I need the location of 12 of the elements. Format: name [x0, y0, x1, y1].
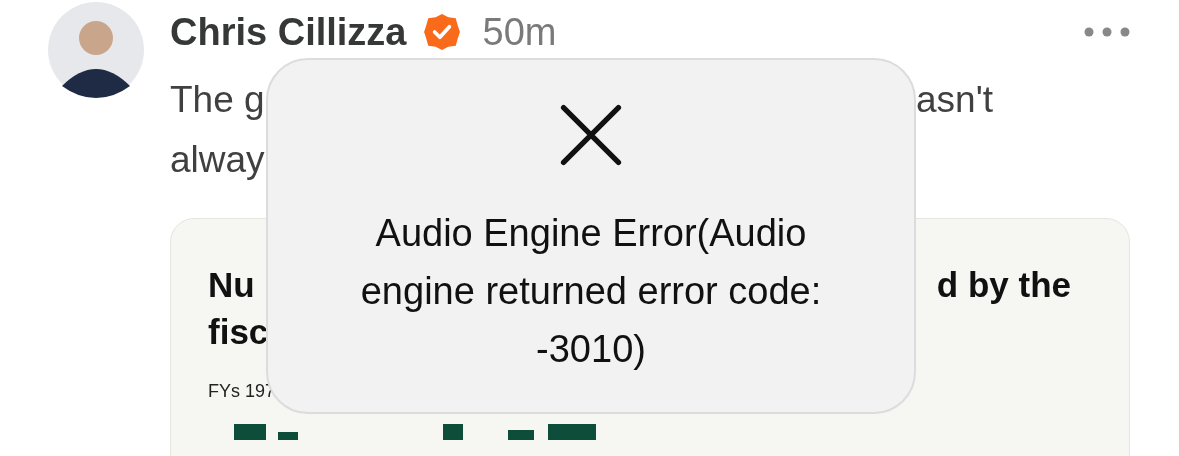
close-icon	[560, 104, 622, 166]
post-text: asn't	[916, 78, 993, 122]
post-time: 50m	[482, 10, 557, 54]
post-text: The g	[170, 78, 265, 122]
avatar-icon[interactable]	[48, 2, 144, 98]
author-name[interactable]: Chris Cillizza	[170, 10, 407, 54]
more-icon[interactable]	[1084, 27, 1130, 37]
post-text: alway	[170, 138, 265, 182]
card-title: fisc	[208, 311, 269, 353]
card-title: Nu	[208, 264, 255, 306]
error-message: Audio Engine Error(Audio engine returned error code: -3010)	[359, 211, 823, 372]
card-title: d by the	[936, 264, 1071, 306]
